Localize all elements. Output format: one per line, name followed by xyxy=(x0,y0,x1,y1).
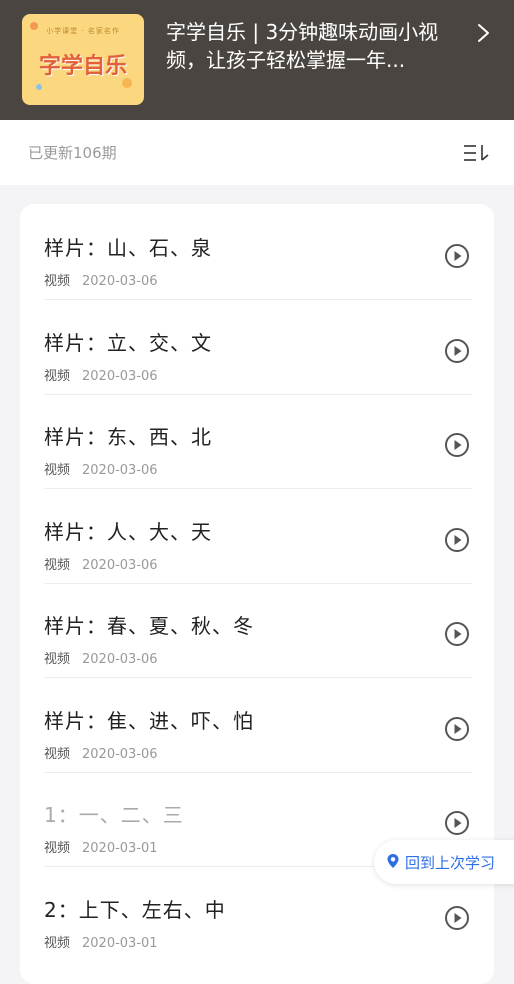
list-item[interactable]: 样片：立、交、文视频 2020-03-06 xyxy=(44,301,472,395)
course-title[interactable]: 字学自乐 | 3分钟趣味动画小视频，让孩子轻松掌握一年... xyxy=(166,18,466,74)
list-item[interactable]: 样片：隹、进、吓、怕视频 2020-03-06 xyxy=(44,679,472,773)
play-icon[interactable] xyxy=(444,338,470,364)
play-icon[interactable] xyxy=(444,527,470,553)
episode-date: 2020-03-01 xyxy=(82,936,158,951)
chevron-right-icon[interactable] xyxy=(474,22,494,44)
episode-date: 2020-03-06 xyxy=(82,652,158,667)
episode-meta: 视频 2020-03-06 xyxy=(44,554,158,573)
episode-type-tag: 视频 xyxy=(44,652,71,667)
episode-type-tag: 视频 xyxy=(44,841,71,856)
episode-count: 已更新106期 xyxy=(28,144,117,162)
play-icon[interactable] xyxy=(444,243,470,269)
episode-date: 2020-03-06 xyxy=(82,747,158,762)
episode-date: 2020-03-06 xyxy=(82,369,158,384)
course-cover-image: 小学课堂 · 名家名作 字学自乐 xyxy=(22,14,144,105)
episode-date: 2020-03-06 xyxy=(82,558,158,573)
cover-decoration xyxy=(36,84,42,90)
episode-meta: 视频 2020-03-06 xyxy=(44,270,158,289)
play-icon[interactable] xyxy=(444,905,470,931)
episode-type-tag: 视频 xyxy=(44,936,71,951)
episode-title: 样片：山、石、泉 xyxy=(44,236,212,260)
episode-title: 2：上下、左右、中 xyxy=(44,898,226,922)
episode-type-tag: 视频 xyxy=(44,558,71,573)
episode-title: 样片：隹、进、吓、怕 xyxy=(44,709,254,733)
episode-date: 2020-03-01 xyxy=(82,841,158,856)
episode-title: 样片：东、西、北 xyxy=(44,425,212,449)
episode-meta: 视频 2020-03-01 xyxy=(44,837,158,856)
episode-title: 样片：立、交、文 xyxy=(44,331,212,355)
episode-date: 2020-03-06 xyxy=(82,463,158,478)
play-icon[interactable] xyxy=(444,621,470,647)
location-pin-icon xyxy=(387,854,399,868)
episode-title: 1：一、二、三 xyxy=(44,803,184,827)
episode-meta: 视频 2020-03-06 xyxy=(44,459,158,478)
episode-meta: 视频 2020-03-01 xyxy=(44,932,158,951)
episode-type-tag: 视频 xyxy=(44,463,71,478)
resume-learning-label: 回到上次学习 xyxy=(405,854,496,872)
resume-learning-button[interactable]: 回到上次学习 xyxy=(374,840,514,884)
episode-meta: 视频 2020-03-06 xyxy=(44,648,158,667)
sort-icon[interactable] xyxy=(462,142,492,164)
play-icon[interactable] xyxy=(444,810,470,836)
episode-meta: 视频 2020-03-06 xyxy=(44,743,158,762)
list-item[interactable]: 样片：人、大、天视频 2020-03-06 xyxy=(44,490,472,584)
list-item[interactable]: 样片：东、西、北视频 2020-03-06 xyxy=(44,395,472,489)
list-item[interactable]: 样片：山、石、泉视频 2020-03-06 xyxy=(44,206,472,300)
episode-type-tag: 视频 xyxy=(44,369,71,384)
episode-title: 样片：人、大、天 xyxy=(44,520,212,544)
play-icon[interactable] xyxy=(444,432,470,458)
cover-small-text: 小学课堂 · 名家名作 xyxy=(46,27,120,35)
list-item[interactable]: 样片：春、夏、秋、冬视频 2020-03-06 xyxy=(44,584,472,678)
cover-logo-text: 字学自乐 xyxy=(38,54,127,79)
episode-type-tag: 视频 xyxy=(44,274,71,289)
episode-meta: 视频 2020-03-06 xyxy=(44,365,158,384)
episode-type-tag: 视频 xyxy=(44,747,71,762)
episode-title: 样片：春、夏、秋、冬 xyxy=(44,614,254,638)
list-toolbar: 已更新106期 xyxy=(0,120,514,185)
course-header[interactable]: 小学课堂 · 名家名作 字学自乐 字学自乐 | 3分钟趣味动画小视频，让孩子轻松… xyxy=(0,0,514,120)
play-icon[interactable] xyxy=(444,716,470,742)
episode-date: 2020-03-06 xyxy=(82,274,158,289)
